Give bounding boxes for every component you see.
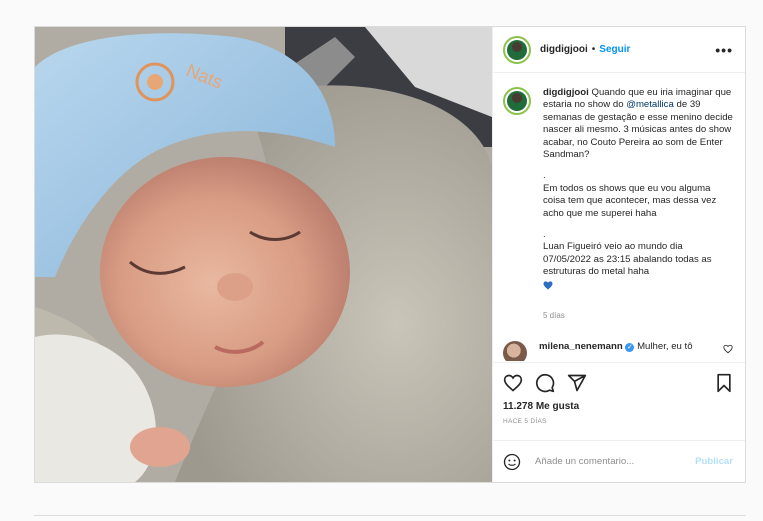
add-comment-bar: Publicar	[493, 440, 745, 482]
commenter-avatar[interactable]	[503, 340, 527, 361]
avatar[interactable]	[503, 35, 531, 64]
comment-like-icon[interactable]	[723, 344, 733, 354]
post-actions: 11.278 Me gusta HACE 5 DÍAS	[493, 362, 745, 440]
emoji-icon[interactable]	[503, 453, 521, 471]
action-icons	[503, 371, 733, 395]
header-username[interactable]: digdigjooi	[540, 44, 588, 55]
next-post-divider	[34, 515, 746, 516]
comment-text: milena_nenemann ✓ Mulher, eu tô	[539, 341, 693, 353]
caption-username[interactable]: digdigjooi	[543, 87, 589, 98]
comment-row: milena_nenemann ✓ Mulher, eu tô	[503, 340, 733, 361]
baby-photo-illustration: Nats	[35, 27, 492, 482]
comment-icon[interactable]	[535, 373, 555, 393]
caption-row: digdigjooi Quando que eu iria imaginar q…	[503, 87, 733, 323]
heart-icon[interactable]	[503, 373, 523, 393]
comment-body: Mulher, eu tô	[637, 340, 693, 352]
likes-count[interactable]: 11.278 Me gusta	[503, 401, 733, 412]
instagram-post: Nats digdigjooi • Seguir ••• digdigjooi …	[34, 26, 746, 483]
separator-dot: •	[591, 44, 596, 55]
caption-separator-1: .	[543, 170, 546, 182]
caption-avatar[interactable]	[503, 87, 531, 115]
post-photo[interactable]: Nats	[35, 27, 492, 482]
bookmark-icon[interactable]	[715, 373, 733, 393]
post-time-ago: HACE 5 DÍAS	[503, 418, 547, 425]
blue-heart-emoji-icon	[543, 281, 553, 290]
post-header: digdigjooi • Seguir •••	[493, 27, 745, 73]
comment-input[interactable]	[533, 455, 696, 468]
caption-paragraph-3: Luan Figueiró veio ao mundo dia 07/05/20…	[543, 241, 712, 278]
follow-button[interactable]: Seguir	[599, 44, 630, 55]
comments-area[interactable]: digdigjooi Quando que eu iria imaginar q…	[493, 73, 745, 362]
more-options-icon[interactable]: •••	[715, 42, 733, 58]
caption: digdigjooi Quando que eu iria imaginar q…	[543, 87, 733, 323]
post-side-panel: digdigjooi • Seguir ••• digdigjooi Quand…	[492, 27, 745, 482]
mention-link[interactable]: @metallica	[626, 99, 674, 110]
caption-time: 5 días	[543, 311, 565, 321]
verified-icon: ✓	[625, 342, 635, 352]
caption-paragraph-2: Em todos os shows que eu vou alguma cois…	[543, 182, 717, 219]
commenter-username[interactable]: milena_nenemann	[539, 341, 623, 352]
publish-button[interactable]: Publicar	[695, 456, 733, 467]
share-icon[interactable]	[567, 373, 587, 393]
caption-separator-2: .	[543, 229, 546, 241]
